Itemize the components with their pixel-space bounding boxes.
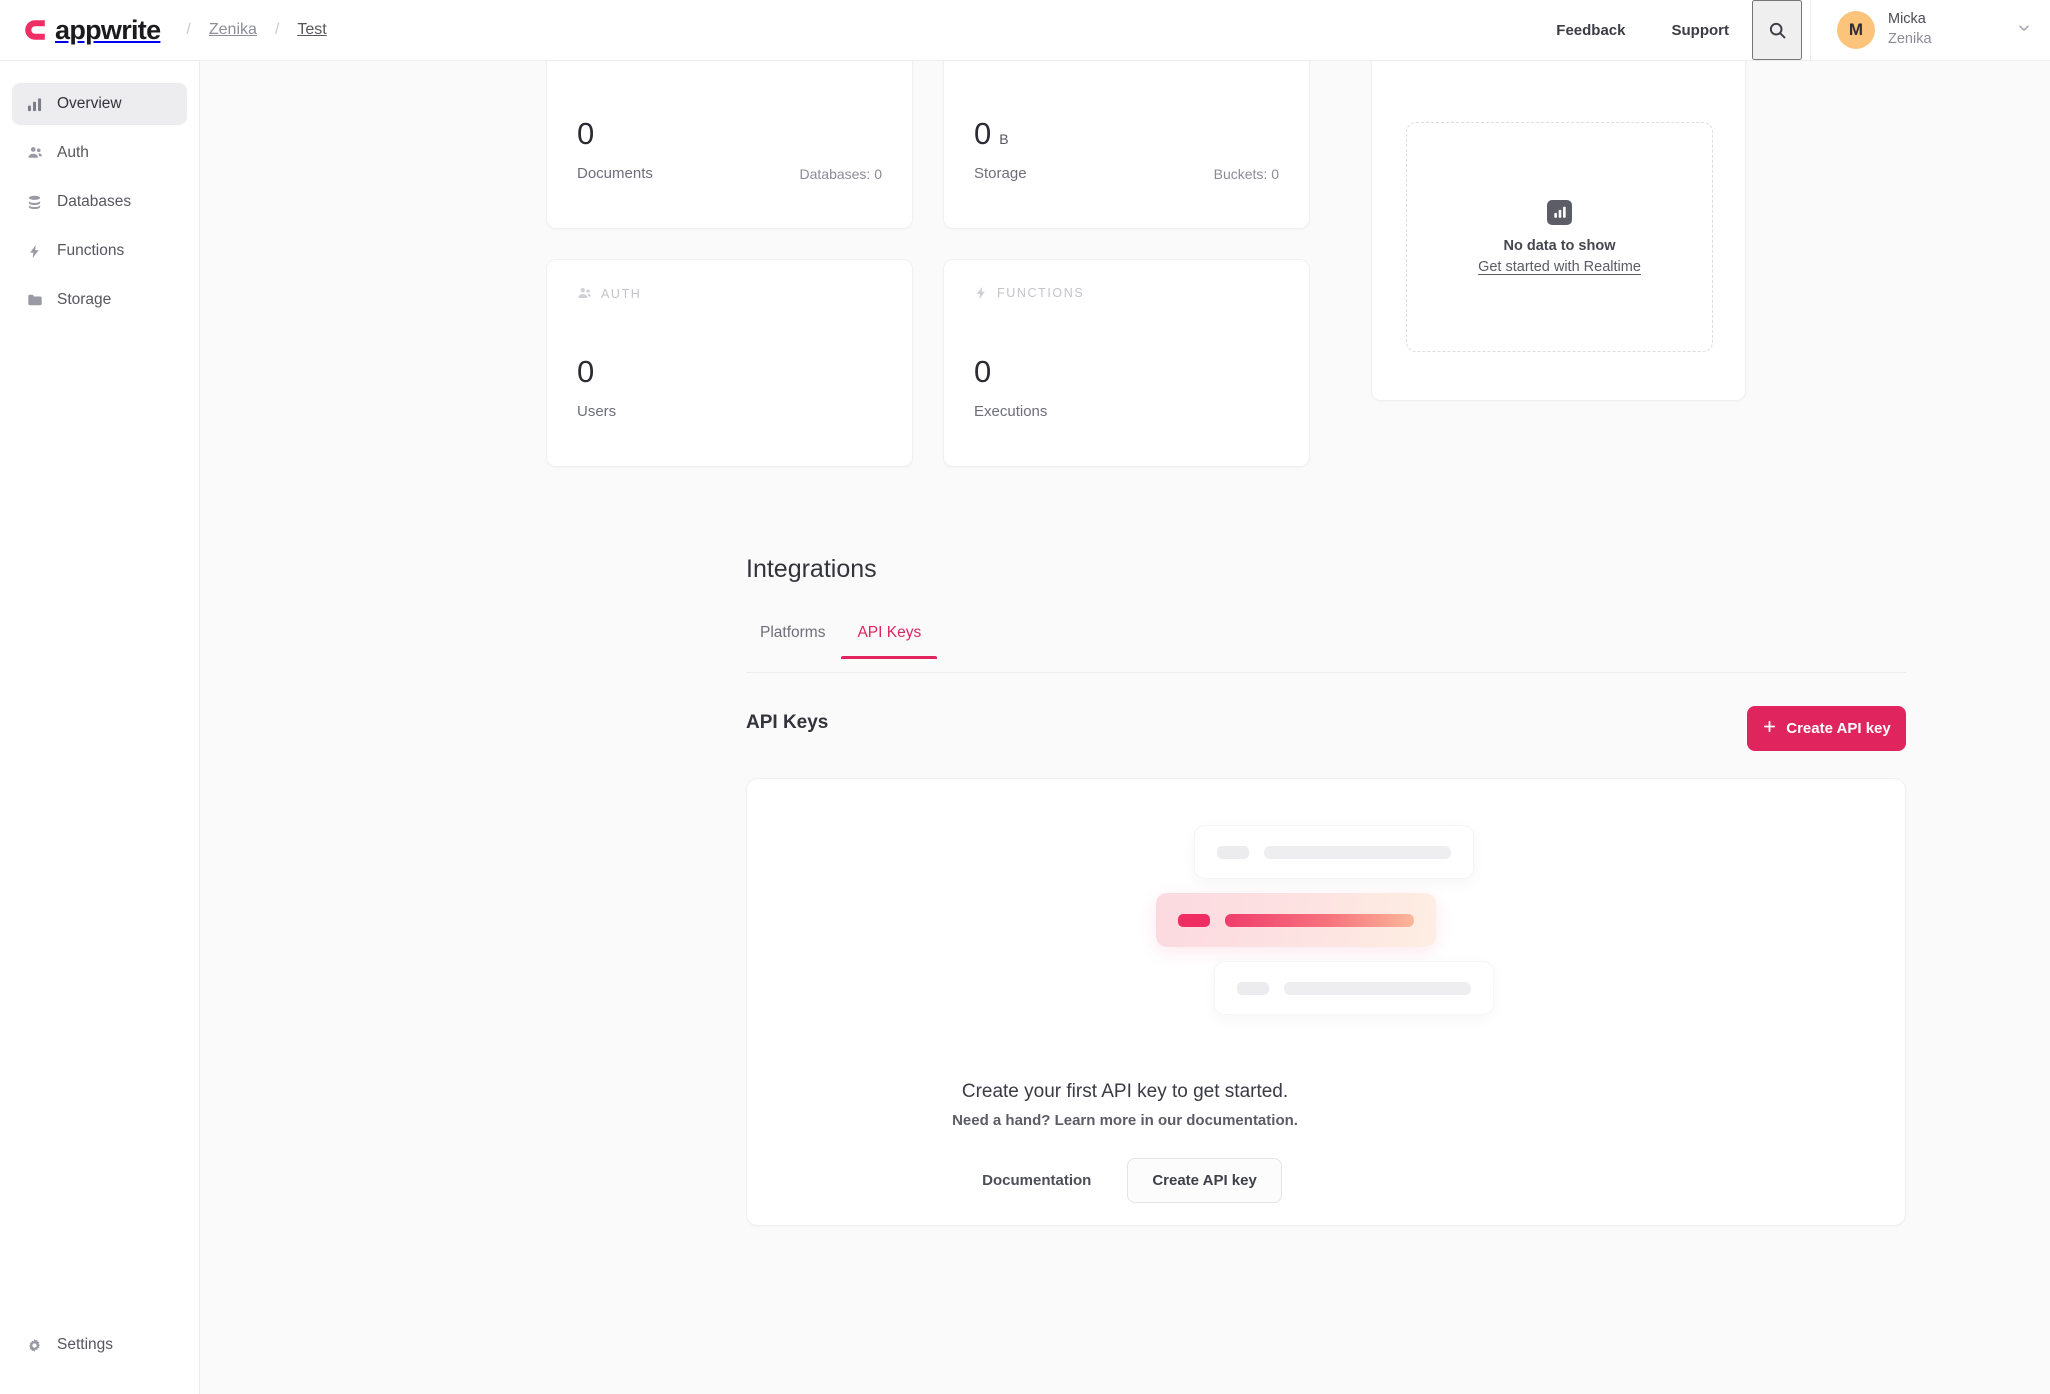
empty-state-actions: Documentation Create API key [200, 1158, 2050, 1203]
users-icon [577, 286, 592, 301]
metric-card-title: FUNCTIONS [997, 286, 1085, 300]
empty-state-illustration [1156, 825, 1496, 1015]
illustration-pill-small [1178, 913, 1210, 927]
illustration-pill-small [1237, 981, 1269, 995]
sidebar-item-label: Overview [57, 95, 122, 112]
bar-chart-icon [26, 96, 43, 113]
usage-metrics-section: 0 Documents Databases: 0 0 B Storage Buc [546, 61, 1906, 467]
users-icon [26, 145, 43, 162]
user-name: Micka [1888, 11, 1926, 28]
metric-card-header: AUTH [577, 286, 882, 301]
illustration-row [1194, 825, 1474, 879]
sidebar-footer: Settings [0, 1324, 199, 1366]
metric-value: 0 [974, 354, 992, 389]
plus-icon [1762, 719, 1777, 738]
illustration-pill-large [1284, 981, 1471, 995]
empty-state-subtitle: Need a hand? Learn more in our documenta… [952, 1112, 1298, 1129]
sidebar-item-databases[interactable]: Databases [12, 181, 187, 223]
main-content: 0 Documents Databases: 0 0 B Storage Buc [200, 61, 2050, 1394]
metric-card-header: FUNCTIONS [974, 286, 1279, 300]
metric-label: Users [577, 403, 617, 420]
brand-name: appwrite [55, 14, 161, 45]
support-link[interactable]: Support [1649, 22, 1753, 39]
breadcrumb: / Zenika / Test [186, 21, 326, 39]
metric-card-grid: 0 Documents Databases: 0 0 B Storage Buc [546, 61, 1311, 467]
sidebar-item-label: Functions [57, 242, 125, 259]
metric-sublabel: Databases: 0 [799, 165, 883, 182]
sidebar-item-storage[interactable]: Storage [12, 279, 187, 321]
appwrite-logo-link[interactable]: appwrite [22, 14, 161, 46]
tab-platforms[interactable]: Platforms [744, 624, 841, 658]
appwrite-logo-icon [22, 17, 48, 43]
breadcrumb-separator-1: / [186, 21, 191, 38]
metric-card-title: AUTH [601, 286, 642, 301]
lightning-icon [26, 243, 43, 260]
sidebar: Overview Auth Databases Functions Storag… [0, 61, 200, 1394]
realtime-card: No data to show Get started with Realtim… [1371, 61, 1746, 401]
realtime-get-started-link[interactable]: Get started with Realtime [1478, 259, 1641, 275]
sidebar-item-label: Settings [57, 1336, 114, 1353]
header-actions: Feedback Support M Micka Zenika [1533, 0, 2050, 60]
metric-value: 0 [577, 354, 595, 389]
illustration-pill-large [1264, 845, 1451, 859]
sidebar-item-overview[interactable]: Overview [12, 83, 187, 125]
app-header: appwrite / Zenika / Test Feedback Suppor… [0, 0, 2050, 61]
metric-card-storage: 0 B Storage Buckets: 0 [943, 61, 1310, 229]
bar-chart-icon [1547, 199, 1572, 225]
metric-value: 0 [974, 116, 992, 151]
empty-state-title: Create your first API key to get started… [961, 1081, 1289, 1102]
metric-card-functions: FUNCTIONS 0 Executions [943, 259, 1310, 467]
integrations-tabs: Platforms API Keys [746, 624, 1906, 673]
folder-icon [26, 292, 43, 309]
create-api-key-button[interactable]: Create API key [1747, 706, 1906, 751]
search-icon[interactable] [1752, 0, 1802, 60]
sidebar-item-auth[interactable]: Auth [12, 132, 187, 174]
illustration-row [1214, 961, 1494, 1015]
gear-icon [26, 1337, 43, 1354]
breadcrumb-separator-2: / [274, 21, 280, 38]
metric-value: 0 [577, 116, 595, 151]
illustration-row-highlighted [1156, 893, 1436, 947]
metric-card-auth: AUTH 0 Users [546, 259, 913, 467]
tab-api-keys[interactable]: API Keys [841, 624, 937, 659]
breadcrumb-item-project[interactable]: Test [297, 21, 326, 39]
sidebar-item-label: Auth [57, 144, 89, 161]
user-menu[interactable]: M Micka Zenika [1810, 0, 2050, 60]
lightning-icon [974, 286, 988, 300]
metric-label: Documents [577, 165, 653, 182]
user-organization: Zenika [1888, 31, 1932, 47]
breadcrumb-item-organization[interactable]: Zenika [209, 21, 257, 39]
create-api-key-secondary-button[interactable]: Create API key [1127, 1158, 1282, 1203]
realtime-empty-state: No data to show Get started with Realtim… [1406, 122, 1713, 352]
sidebar-item-label: Databases [57, 193, 132, 210]
metric-sublabel: Buckets: 0 [1213, 165, 1279, 182]
create-api-key-label: Create API key [1786, 720, 1891, 737]
metric-label: Storage [974, 165, 1027, 182]
sidebar-item-settings[interactable]: Settings [12, 1324, 187, 1366]
api-keys-section-title: API Keys [746, 712, 829, 733]
realtime-empty-title: No data to show [1503, 237, 1616, 254]
metric-label: Executions [974, 403, 1048, 420]
illustration-pill-small [1217, 845, 1249, 859]
database-icon [26, 194, 43, 211]
integrations-title: Integrations [746, 555, 877, 583]
feedback-link[interactable]: Feedback [1533, 22, 1648, 39]
sidebar-item-label: Storage [57, 291, 112, 308]
avatar: M [1837, 11, 1875, 49]
sidebar-item-functions[interactable]: Functions [12, 230, 187, 272]
metric-unit: B [999, 131, 1009, 147]
documentation-button[interactable]: Documentation [968, 1160, 1105, 1201]
chevron-down-icon [2016, 20, 2032, 41]
illustration-pill-large [1225, 913, 1414, 927]
metric-card-documents: 0 Documents Databases: 0 [546, 61, 913, 229]
